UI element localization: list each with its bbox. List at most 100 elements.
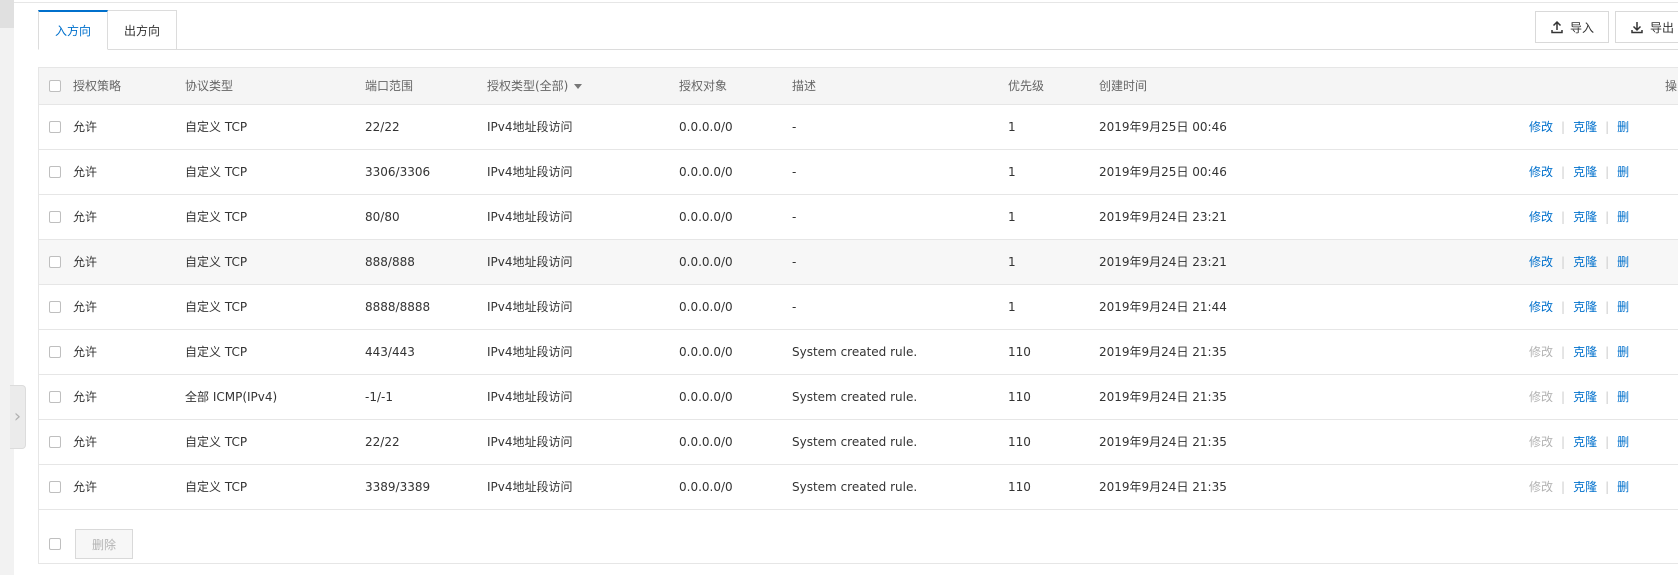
cell-priority: 110 (1008, 434, 1031, 449)
clone-link[interactable]: 克隆 (1573, 300, 1597, 314)
cell-created: 2019年9月25日 00:46 (1099, 165, 1227, 179)
cell-ops: 修改 | 克隆 | 删 (1460, 239, 1678, 284)
ops-separator: | (1605, 165, 1610, 179)
tab-inbound[interactable]: 入方向 (38, 10, 109, 50)
footer-select-all-checkbox[interactable] (49, 538, 61, 550)
cell-desc: - (792, 209, 797, 224)
caret-down-icon (574, 84, 583, 90)
cell-target: 0.0.0.0/0 (679, 209, 733, 224)
ops-separator: | (1605, 300, 1610, 314)
table-header-row: 授权策略 协议类型 端口范围 授权类型(全部) 授权对象 描述 优先级 创建时间… (39, 68, 1678, 105)
edit-link[interactable]: 修改 (1529, 300, 1553, 314)
cell-priority: 1 (1008, 209, 1016, 224)
delete-link[interactable]: 删 (1617, 300, 1629, 314)
cell-priority: 1 (1008, 254, 1016, 269)
clone-link[interactable]: 克隆 (1573, 210, 1597, 224)
batch-delete-button[interactable]: 删除 (75, 529, 134, 559)
ops-separator: | (1561, 345, 1566, 359)
table-row: 允许 自定义 TCP 3389/3389 IPv4地址段访问 0.0.0.0/0 Syst… (39, 464, 1678, 509)
edit-link[interactable]: 修改 (1529, 165, 1553, 179)
ops-separator: | (1561, 480, 1566, 494)
cell-ops: 修改 | 克隆 | 删 (1460, 284, 1678, 329)
row-checkbox[interactable] (49, 346, 61, 358)
cell-created: 2019年9月24日 21:35 (1099, 390, 1227, 404)
row-select-cell (39, 329, 73, 374)
table-row: 允许 全部 ICMP(IPv4) -1/-1 IPv4地址段访问 0.0.0.0/0 Sy… (39, 374, 1678, 419)
row-checkbox[interactable] (49, 256, 61, 268)
delete-link[interactable]: 删 (1617, 435, 1629, 449)
clone-link[interactable]: 克隆 (1573, 255, 1597, 269)
edit-link[interactable]: 修改 (1529, 255, 1553, 269)
row-checkbox[interactable] (49, 121, 61, 133)
delete-link[interactable]: 删 (1617, 165, 1629, 179)
tab-outbound[interactable]: 出方向 (107, 10, 178, 50)
cell-protocol: 自定义 TCP (185, 300, 248, 314)
cell-auth-type: IPv4地址段访问 (487, 120, 573, 134)
select-all-checkbox[interactable] (49, 80, 61, 93)
header-auth-type-filter[interactable]: 授权类型(全部) (487, 68, 679, 105)
clone-link[interactable]: 克隆 (1573, 480, 1597, 494)
row-select-cell (39, 419, 73, 464)
cell-desc: System created rule. (792, 389, 918, 404)
cell-desc: - (792, 164, 797, 179)
download-icon (1631, 22, 1643, 34)
table-row: 允许 自定义 TCP 22/22 IPv4地址段访问 0.0.0.0/0 - 1 2019年9… (39, 104, 1678, 149)
delete-link[interactable]: 删 (1617, 255, 1629, 269)
cell-target: 0.0.0.0/0 (679, 299, 733, 314)
header-target: 授权对象 (679, 68, 792, 105)
cell-desc: - (792, 119, 797, 134)
cell-target: 0.0.0.0/0 (679, 119, 733, 134)
row-select-cell (39, 464, 73, 509)
cell-ops: 修改 | 克隆 | 删 (1460, 374, 1678, 419)
row-select-cell (39, 374, 73, 419)
delete-link[interactable]: 删 (1617, 120, 1629, 134)
cell-target: 0.0.0.0/0 (679, 344, 733, 359)
cell-policy: 允许 (73, 120, 98, 134)
cell-priority: 110 (1008, 389, 1031, 404)
delete-link[interactable]: 删 (1617, 480, 1629, 494)
cell-priority: 110 (1008, 344, 1031, 359)
row-checkbox[interactable] (49, 436, 61, 448)
row-checkbox[interactable] (49, 166, 61, 178)
cell-port: 80/80 (365, 209, 400, 224)
export-button[interactable]: 导出 (1615, 11, 1678, 43)
row-checkbox[interactable] (49, 211, 61, 223)
ops-separator: | (1561, 390, 1566, 404)
export-label: 导出 (1650, 20, 1675, 35)
clone-link[interactable]: 克隆 (1573, 165, 1597, 179)
edit-link[interactable]: 修改 (1529, 210, 1553, 224)
cell-policy: 允许 (73, 435, 98, 449)
import-label: 导入 (1570, 20, 1595, 35)
row-checkbox[interactable] (49, 301, 61, 313)
row-checkbox[interactable] (49, 481, 61, 493)
import-button[interactable]: 导入 (1535, 11, 1610, 43)
left-rail-top (0, 0, 14, 28)
cell-priority: 1 (1008, 299, 1016, 314)
cell-protocol: 自定义 TCP (185, 120, 248, 134)
delete-link[interactable]: 删 (1617, 210, 1629, 224)
cell-protocol: 自定义 TCP (185, 165, 248, 179)
cell-policy: 允许 (73, 300, 98, 314)
table-row: 允许 自定义 TCP 22/22 IPv4地址段访问 0.0.0.0/0 System c… (39, 419, 1678, 464)
row-checkbox[interactable] (49, 391, 61, 403)
delete-link[interactable]: 删 (1617, 345, 1629, 359)
clone-link[interactable]: 克隆 (1573, 435, 1597, 449)
edit-link: 修改 (1529, 480, 1554, 494)
table-row: 允许 自定义 TCP 3306/3306 IPv4地址段访问 0.0.0.0/0 - 1 20… (39, 149, 1678, 194)
ops-separator: | (1605, 345, 1610, 359)
clone-link[interactable]: 克隆 (1573, 345, 1597, 359)
cell-policy: 允许 (73, 345, 98, 359)
cell-priority: 1 (1008, 119, 1016, 134)
clone-link[interactable]: 克隆 (1573, 120, 1597, 134)
cell-desc: - (792, 254, 797, 269)
edit-link[interactable]: 修改 (1529, 120, 1553, 134)
upload-icon (1551, 20, 1563, 34)
clone-link[interactable]: 克隆 (1573, 390, 1597, 404)
delete-link[interactable]: 删 (1617, 390, 1629, 404)
cell-created: 2019年9月24日 21:35 (1099, 480, 1227, 494)
cell-ops: 修改 | 克隆 | 删 (1460, 194, 1678, 239)
cell-policy: 允许 (73, 390, 98, 404)
cell-port: 8888/8888 (365, 299, 431, 314)
sidebar-collapse-toggle[interactable]: › (10, 385, 26, 449)
cell-port: 3389/3389 (365, 479, 431, 494)
